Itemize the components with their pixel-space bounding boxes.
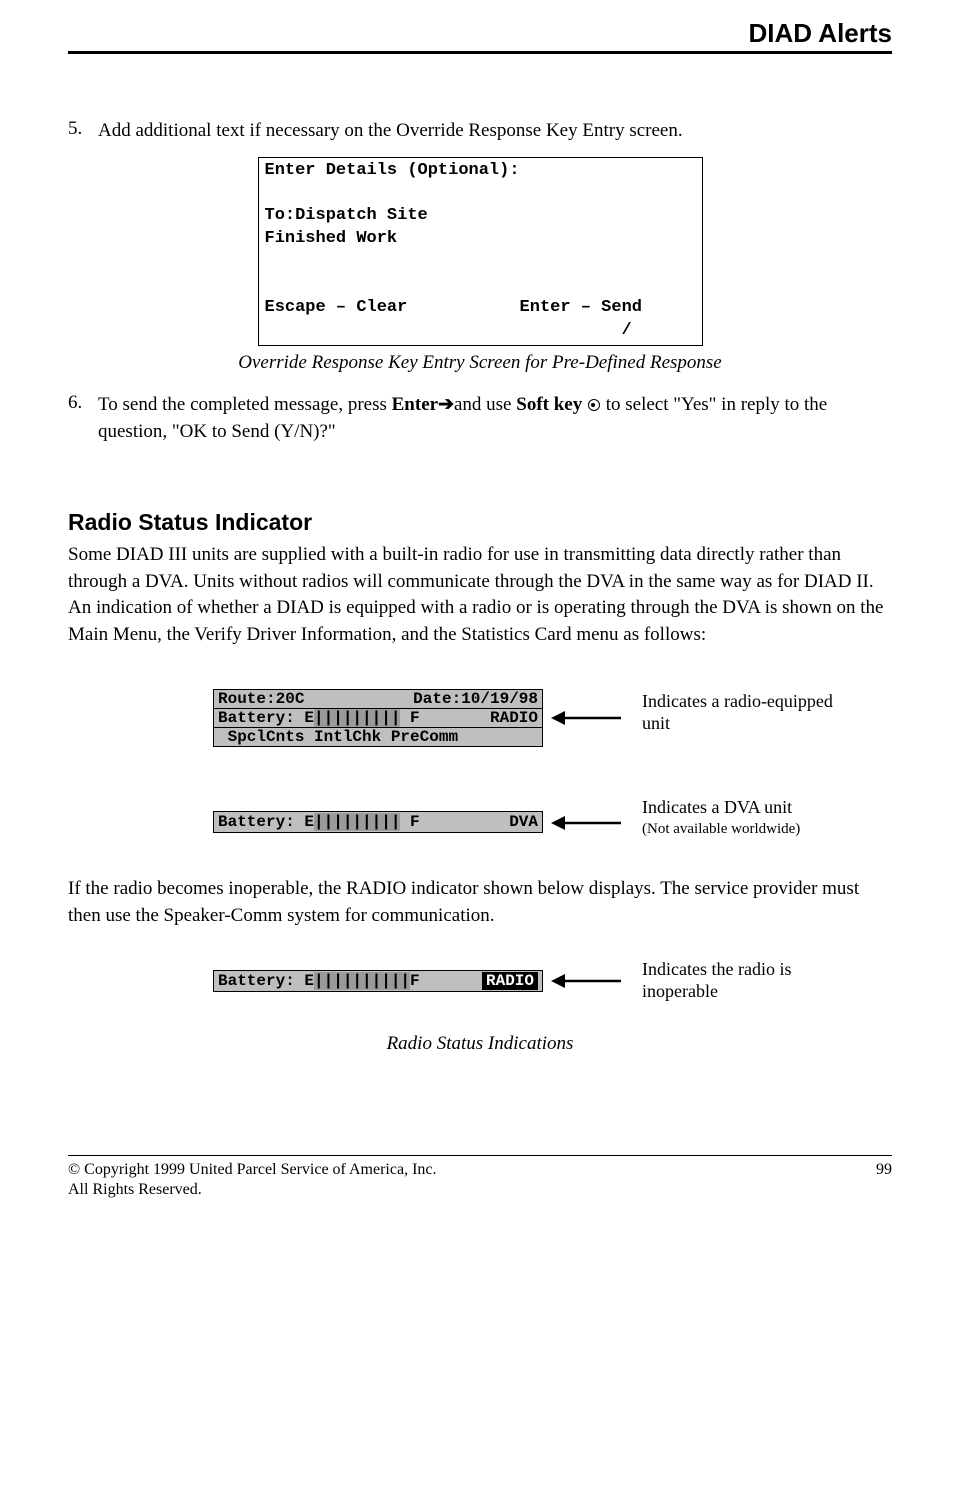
text-fragment: and use — [454, 394, 516, 415]
footer: © Copyright 1999 United Parcel Service o… — [68, 1156, 892, 1202]
step-number: 6. — [68, 392, 98, 445]
screen-line: To:Dispatch Site — [265, 206, 428, 225]
radio-inoperable-screen: Battery: E||||||||||F RADIO — [213, 970, 543, 992]
battery-f: F — [400, 709, 419, 727]
footer-left: © Copyright 1999 United Parcel Service o… — [68, 1160, 437, 1202]
radio-inoperable-indicator: RADIO — [482, 972, 538, 990]
text-fragment: To send the completed message, press — [98, 394, 392, 415]
indicator-caption: Radio Status Indications — [68, 1033, 892, 1055]
step-5: 5. Add additional text if necessary on t… — [68, 118, 892, 145]
left-arrow-icon — [549, 708, 624, 728]
copyright-text: © Copyright 1999 United Parcel Service o… — [68, 1160, 437, 1181]
battery-gauge: ||||||||| — [314, 813, 400, 831]
enter-key: Enter — [392, 394, 438, 415]
step-number: 5. — [68, 118, 98, 145]
annotation-radio: Indicates a radio-equipped unit — [642, 691, 862, 734]
section-heading: Radio Status Indicator — [68, 509, 892, 536]
dot-key-icon — [588, 399, 600, 411]
battery-gauge: |||||||||| — [314, 972, 410, 990]
menu-row: SpclCnts IntlChk PreComm — [218, 728, 458, 746]
annotation-text: Indicates a DVA unit — [642, 797, 792, 817]
rights-text: All Rights Reserved. — [68, 1180, 437, 1201]
date-label: Date:10/19/98 — [413, 690, 538, 708]
page-header: DIAD Alerts — [68, 0, 892, 51]
left-arrow-icon — [549, 971, 624, 991]
radio-indicator: RADIO — [490, 709, 538, 727]
step-text: To send the completed message, press Ent… — [98, 392, 892, 445]
screen-line: Finished Work — [265, 229, 398, 248]
battery-label: Battery: E — [218, 813, 314, 831]
screen-line: / — [265, 321, 632, 340]
battery-label: Battery: E — [218, 709, 314, 727]
battery-label: Battery: E — [218, 972, 314, 990]
left-arrow-icon — [549, 813, 624, 833]
battery-gauge: ||||||||| — [314, 709, 400, 727]
radio-indicator-screen: Route:20C Date:10/19/98 Battery: E|||||||… — [213, 689, 543, 747]
header-rule — [68, 51, 892, 54]
right-arrow-icon: ➔ — [438, 394, 454, 415]
section-paragraph: Some DIAD III units are supplied with a … — [68, 542, 892, 648]
annotation-dva: Indicates a DVA unit (Not available worl… — [642, 797, 862, 839]
override-response-screen: Enter Details (Optional): To:Dispatch Si… — [258, 157, 703, 347]
screen-line: Enter – Send — [520, 298, 642, 317]
dva-indicator-screen: Battery: E||||||||| F DVA — [213, 811, 543, 833]
screen-caption: Override Response Key Entry Screen for P… — [68, 352, 892, 374]
page-number: 99 — [876, 1160, 892, 1202]
screen-line: Enter Details (Optional): — [265, 161, 520, 180]
annotation-inoperable: Indicates the radio is inoperable — [642, 959, 862, 1002]
step-text: Add additional text if necessary on the … — [98, 118, 892, 145]
step-6: 6. To send the completed message, press … — [68, 392, 892, 445]
soft-key: Soft key — [516, 394, 582, 415]
battery-f: F — [400, 813, 419, 831]
screen-line: Escape – Clear — [265, 298, 408, 317]
dva-indicator: DVA — [509, 813, 538, 831]
annotation-subtext: (Not available worldwide) — [642, 820, 862, 838]
paragraph: If the radio becomes inoperable, the RAD… — [68, 876, 892, 929]
route-label: Route:20C — [218, 690, 304, 708]
battery-f: F — [410, 972, 420, 990]
